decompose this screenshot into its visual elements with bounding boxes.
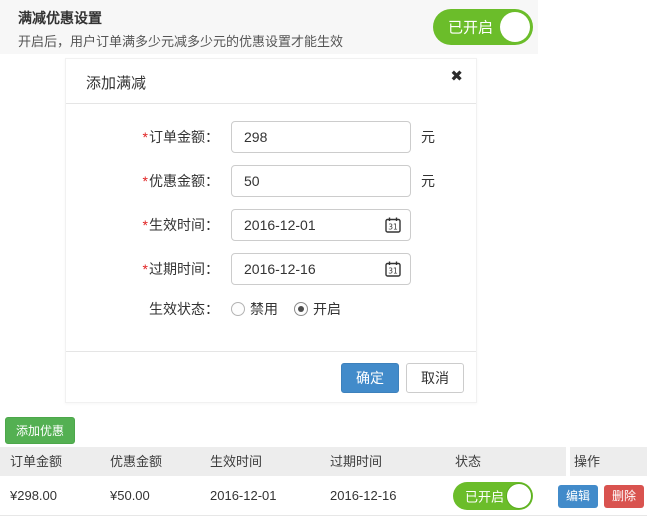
col-discount-amount: 优惠金额 <box>110 447 162 476</box>
required-mark: * <box>143 129 148 145</box>
close-icon[interactable]: ✖ <box>450 69 463 84</box>
radio-disabled[interactable]: 禁用 <box>231 299 278 319</box>
row-toggle-knob <box>506 483 532 509</box>
discount-amount-row: *优惠金额： 元 <box>66 165 476 197</box>
confirm-button[interactable]: 确定 <box>341 363 399 393</box>
page-description: 开启后，用户订单满多少元减多少元的优惠设置才能生效 <box>18 31 343 50</box>
cell-order-amount: ¥298.00 <box>10 476 57 516</box>
cell-expire-date: 2016-12-16 <box>330 476 397 516</box>
svg-text:31: 31 <box>388 267 398 276</box>
expire-date-row: *过期时间： 31 <box>66 253 476 285</box>
order-amount-input[interactable] <box>231 121 411 153</box>
calendar-icon[interactable]: 31 <box>384 216 402 234</box>
col-actions: 操作 <box>574 447 600 476</box>
discount-amount-input[interactable] <box>231 165 411 197</box>
radio-enabled[interactable]: 开启 <box>294 299 341 319</box>
start-date-label: *生效时间： <box>66 209 219 241</box>
row-toggle-label: 已开启 <box>465 487 504 506</box>
row-status-toggle[interactable]: 已开启 <box>453 482 533 510</box>
page: 满减优惠设置 开启后，用户订单满多少元减多少元的优惠设置才能生效 已开启 添加满… <box>0 0 647 521</box>
cell-discount-amount: ¥50.00 <box>110 476 150 516</box>
add-discount-button[interactable]: 添加优惠 <box>5 417 75 444</box>
radio-disabled-label: 禁用 <box>250 299 278 319</box>
edit-button[interactable]: 编辑 <box>558 485 598 508</box>
col-expire-date: 过期时间 <box>330 447 382 476</box>
order-amount-row: *订单金额： 元 <box>66 121 476 153</box>
status-row: 生效状态： 禁用 开启 <box>66 299 476 319</box>
radio-enabled-label: 开启 <box>313 299 341 319</box>
settings-panel: 满减优惠设置 开启后，用户订单满多少元减多少元的优惠设置才能生效 已开启 <box>0 0 538 54</box>
table-row: ¥298.00 ¥50.00 2016-12-01 2016-12-16 已开启… <box>0 476 647 516</box>
required-mark: * <box>143 261 148 277</box>
toggle-knob <box>500 12 530 42</box>
status-label: 生效状态： <box>66 299 219 319</box>
required-mark: * <box>143 173 148 189</box>
discount-amount-unit: 元 <box>421 165 435 197</box>
status-radio-group: 禁用 开启 <box>231 299 341 319</box>
header-gap <box>566 447 570 476</box>
modal-footer: 确定 取消 <box>66 351 476 404</box>
expire-date-label: *过期时间： <box>66 253 219 285</box>
add-discount-modal: 添加满减 ✖ *订单金额： 元 *优惠金额： 元 *生效时间： 31 <box>65 58 477 403</box>
table-header: 订单金额 优惠金额 生效时间 过期时间 状态 操作 <box>0 447 647 476</box>
master-enable-toggle[interactable]: 已开启 <box>433 9 533 45</box>
order-amount-label: *订单金额： <box>66 121 219 153</box>
modal-title: 添加满减 <box>86 72 146 93</box>
delete-button[interactable]: 删除 <box>604 485 644 508</box>
start-date-row: *生效时间： 31 <box>66 209 476 241</box>
cell-start-date: 2016-12-01 <box>210 476 277 516</box>
toggle-state-label: 已开启 <box>448 17 493 38</box>
radio-circle-checked-icon <box>294 302 308 316</box>
svg-text:31: 31 <box>388 223 398 232</box>
radio-circle-icon <box>231 302 245 316</box>
modal-header: 添加满减 ✖ <box>66 59 476 104</box>
order-amount-unit: 元 <box>421 121 435 153</box>
col-order-amount: 订单金额 <box>10 447 62 476</box>
required-mark: * <box>143 217 148 233</box>
calendar-icon[interactable]: 31 <box>384 260 402 278</box>
col-start-date: 生效时间 <box>210 447 262 476</box>
col-status: 状态 <box>455 447 481 476</box>
cancel-button[interactable]: 取消 <box>406 363 464 393</box>
discount-amount-label: *优惠金额： <box>66 165 219 197</box>
page-title: 满减优惠设置 <box>18 8 102 28</box>
